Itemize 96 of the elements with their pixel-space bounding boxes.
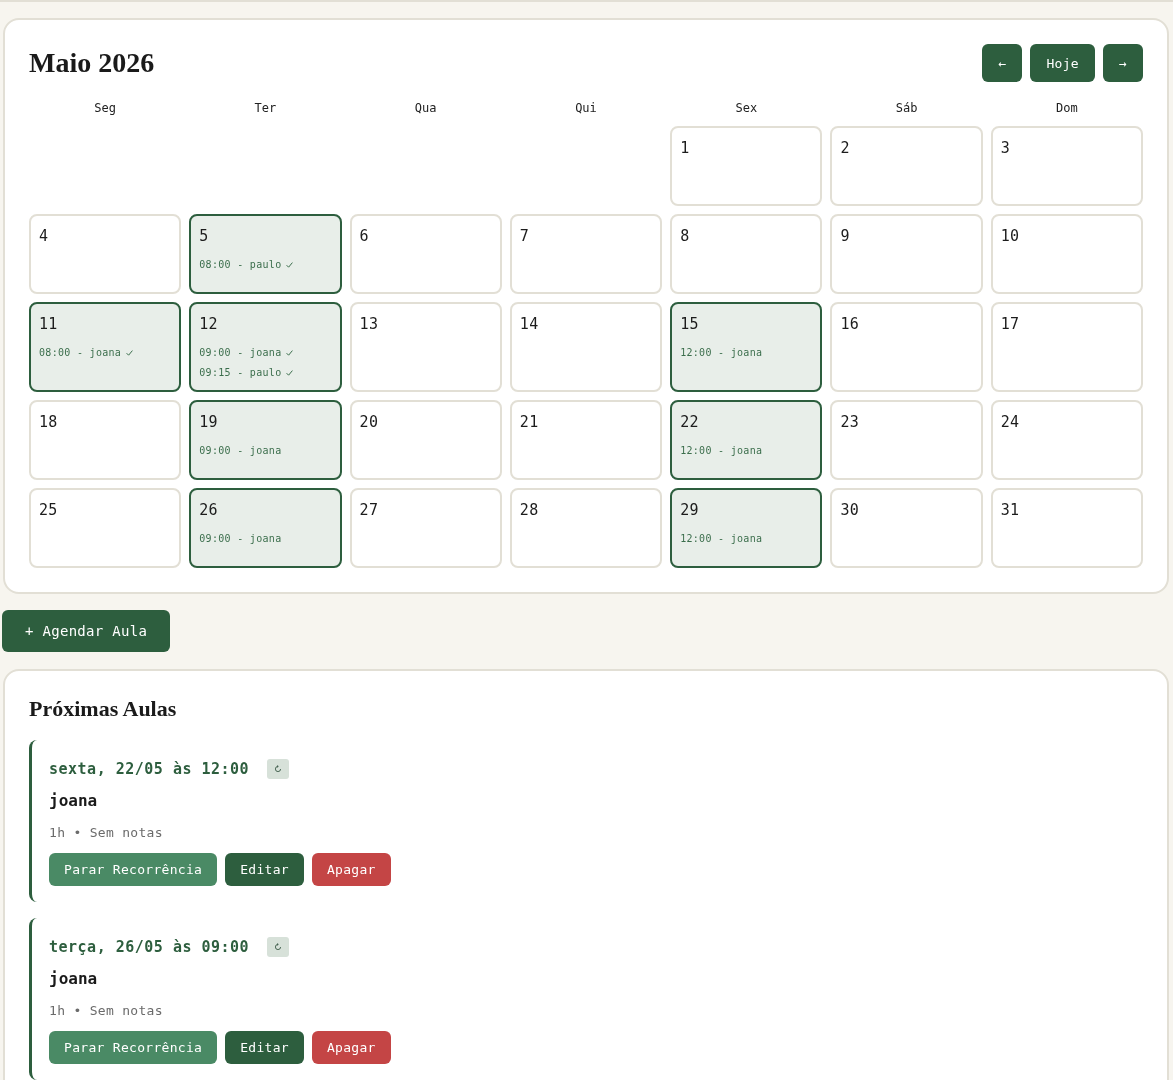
day-cell[interactable]: 1 [670, 126, 823, 206]
event-label: 09:00 - joana [199, 346, 282, 360]
day-number: 20 [359, 412, 379, 432]
event-label: 12:00 - joana [680, 532, 763, 546]
month-title: Maio 2026 [29, 46, 155, 80]
lesson-date: sexta, 22/05 às 12:00 [49, 759, 250, 780]
day-number: 26 [199, 500, 218, 520]
day-number: 6 [359, 226, 369, 246]
event-label: 09:15 - paulo [199, 366, 282, 380]
day-number: 14 [519, 314, 539, 334]
weekday-label: Dom [1056, 101, 1078, 115]
day-cell[interactable]: 27 [349, 488, 502, 568]
day-cell[interactable]: 2 [830, 126, 983, 206]
stop-recurrence-button[interactable]: Parar Recorrência [49, 1031, 218, 1064]
day-number: 3 [1000, 138, 1011, 158]
day-cell[interactable]: 14 [509, 302, 663, 392]
student-name: joana [49, 968, 98, 990]
day-number: 25 [39, 500, 58, 520]
day-number: 19 [199, 412, 218, 432]
edit-button[interactable]: Editar [225, 1031, 304, 1064]
day-number: 2 [840, 138, 850, 158]
day-number: 4 [39, 226, 49, 246]
event-label: 12:00 - joana [680, 444, 763, 458]
day-cell[interactable]: 24 [990, 400, 1143, 480]
day-number: 31 [1000, 500, 1020, 520]
day-number: 13 [359, 314, 379, 334]
section-title: Próximas Aulas [29, 695, 178, 723]
day-cell[interactable]: 16 [830, 302, 983, 392]
lesson-meta: 1h • Sem notas [49, 1002, 163, 1020]
day-cell[interactable]: 22 12:00 - joana [670, 400, 823, 480]
weekday-label: Qua [414, 101, 437, 115]
day-number: 9 [840, 226, 850, 246]
schedule-lesson-button[interactable]: + Agendar Aula [2, 610, 171, 652]
day-cell[interactable]: 28 [509, 488, 663, 568]
day-cell[interactable]: 8 [670, 214, 823, 294]
lesson-date: terça, 26/05 às 09:00 [49, 937, 250, 958]
event-label: 09:00 - joana [199, 532, 282, 546]
day-number: 1 [680, 138, 690, 158]
student-name: joana [49, 790, 98, 812]
day-cell[interactable]: 20 [349, 400, 502, 480]
day-cell[interactable]: 19 09:00 - joana [189, 400, 342, 480]
day-cell[interactable]: 18 [29, 400, 182, 480]
day-number: 17 [1000, 314, 1020, 334]
weekday-label: Seg [94, 101, 116, 115]
day-cell[interactable]: 17 [990, 302, 1143, 392]
day-cell[interactable]: 10 [990, 214, 1143, 294]
day-cell[interactable]: 3 [990, 126, 1143, 206]
event-label: 08:00 - paulo [199, 258, 282, 272]
delete-button[interactable]: Apagar [311, 1031, 391, 1064]
lesson-meta: 1h • Sem notas [49, 824, 163, 842]
weekday-label: Qui [575, 101, 597, 115]
day-number: 21 [519, 412, 539, 432]
day-number: 5 [199, 226, 209, 246]
previous-button[interactable]: ← [982, 44, 1023, 82]
day-number: 12 [199, 314, 218, 334]
day-cell[interactable]: 31 [990, 488, 1143, 568]
day-cell[interactable]: 7 [509, 214, 663, 294]
day-cell[interactable]: 6 [349, 214, 502, 294]
weekday-label: Ter [254, 101, 277, 115]
day-cell[interactable]: 29 12:00 - joana [670, 488, 823, 568]
next-button[interactable]: → [1103, 44, 1143, 82]
edit-button[interactable]: Editar [225, 853, 304, 886]
day-cell[interactable]: 30 [830, 488, 983, 568]
delete-button[interactable]: Apagar [311, 853, 391, 886]
day-cell[interactable]: 26 09:00 - joana [189, 488, 342, 568]
event-label: 08:00 - joana [39, 346, 122, 360]
today-button[interactable]: Hoje [1030, 44, 1095, 82]
day-number: 18 [39, 412, 58, 432]
day-cell[interactable]: 4 [29, 214, 182, 294]
day-cell[interactable]: 25 [29, 488, 182, 568]
day-number: 24 [1000, 412, 1020, 432]
day-cell[interactable]: 21 [509, 400, 663, 480]
event-label: 12:00 - joana [680, 346, 763, 360]
day-number: 27 [359, 500, 379, 520]
day-cell[interactable]: 23 [830, 400, 983, 480]
day-cell[interactable]: 5 08:00 - paulo [189, 214, 342, 294]
day-number: 11 [39, 314, 58, 334]
event-label: 09:00 - joana [199, 444, 282, 458]
day-cell[interactable]: 11 08:00 - joana [29, 302, 182, 392]
day-cell[interactable]: 9 [830, 214, 983, 294]
day-cell[interactable]: 12 09:00 - joana 09:15 - paulo [189, 302, 342, 392]
day-number: 28 [519, 500, 539, 520]
day-number: 8 [680, 226, 690, 246]
day-cell[interactable]: 15 12:00 - joana [670, 302, 823, 392]
day-number: 23 [840, 412, 860, 432]
day-number: 30 [840, 500, 860, 520]
day-number: 10 [1000, 226, 1020, 246]
stop-recurrence-button[interactable]: Parar Recorrência [49, 853, 218, 886]
day-number: 15 [680, 314, 699, 334]
day-number: 22 [680, 412, 699, 432]
day-cell[interactable]: 13 [349, 302, 502, 392]
day-number: 16 [840, 314, 860, 334]
day-number: 29 [680, 500, 699, 520]
weekday-label: Sáb [895, 101, 918, 115]
day-number: 7 [519, 226, 530, 246]
weekday-label: Sex [735, 101, 758, 115]
